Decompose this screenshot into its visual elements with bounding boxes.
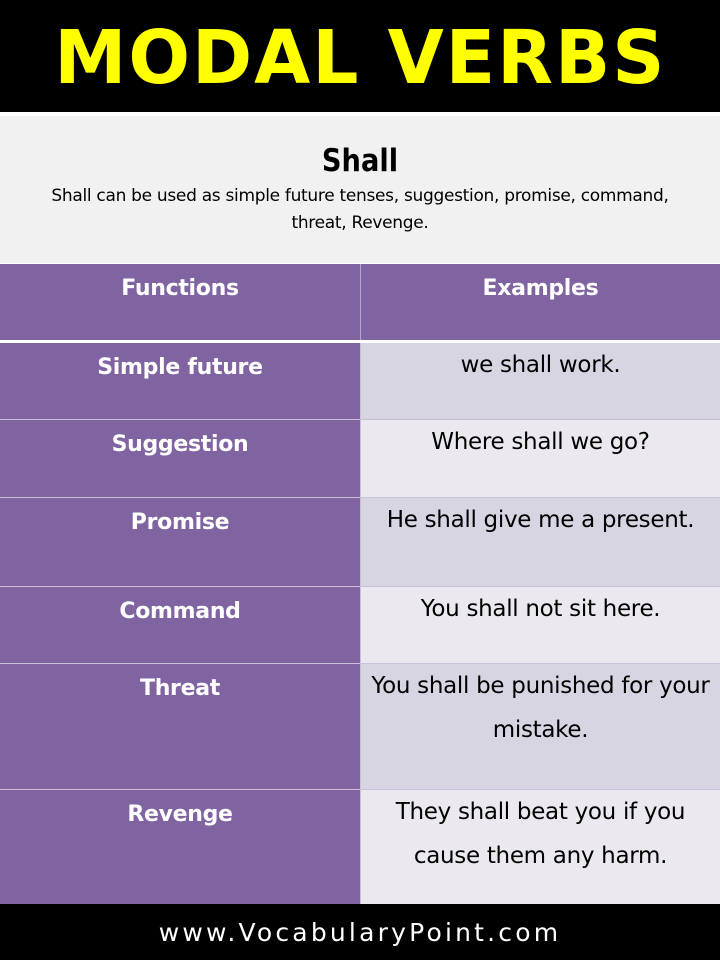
example-cell: we shall work. [360, 343, 720, 419]
table-row: Suggestion Where shall we go? [0, 420, 720, 497]
table-row: Command You shall not sit here. [0, 587, 720, 663]
header-examples: Examples [360, 264, 720, 340]
example-cell: You shall not sit here. [360, 587, 720, 663]
title-banner: MODAL VERBS [0, 0, 720, 112]
table-row: Promise He shall give me a present. [0, 498, 720, 586]
function-cell: Simple future [0, 343, 360, 419]
intro-heading: Shall [321, 143, 399, 179]
table-row: Simple future we shall work. [0, 343, 720, 419]
example-cell: They shall beat you if you cause them an… [360, 790, 720, 904]
function-cell: Command [0, 587, 360, 663]
table-header-row: Functions Examples [0, 264, 720, 340]
function-cell: Promise [0, 498, 360, 586]
table-row: Revenge They shall beat you if you cause… [0, 790, 720, 904]
footer-band: www.VocabularyPoint.com [0, 904, 720, 960]
function-cell: Suggestion [0, 420, 360, 497]
website-link[interactable]: www.VocabularyPoint.com [159, 918, 562, 947]
intro-description: Shall can be used as simple future tense… [51, 186, 669, 233]
example-cell: Where shall we go? [360, 420, 720, 497]
header-functions: Functions [0, 264, 360, 340]
page-title: MODAL VERBS [53, 15, 667, 101]
function-cell: Threat [0, 664, 360, 789]
intro-section: Shall Shall can be used as simple future… [0, 116, 720, 263]
example-cell: He shall give me a present. [360, 498, 720, 586]
example-cell: You shall be punished for your mistake. [360, 664, 720, 789]
function-cell: Revenge [0, 790, 360, 904]
table-row: Threat You shall be punished for your mi… [0, 664, 720, 789]
